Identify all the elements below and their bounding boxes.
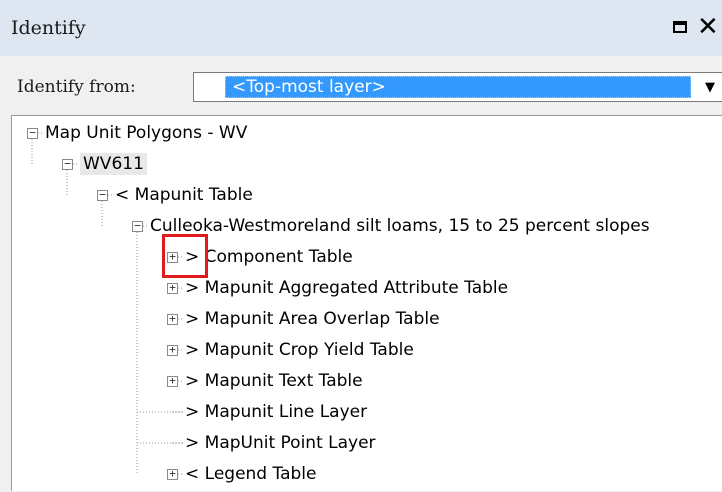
restore-icon[interactable] bbox=[673, 21, 687, 33]
title-bar: Identify ✕ bbox=[0, 0, 722, 56]
tree-node-mapunit-line-layer[interactable]: > Mapunit Line Layer bbox=[185, 401, 367, 423]
collapse-minus-icon[interactable]: − bbox=[62, 158, 73, 170]
tree-node-culleoka-westmoreland[interactable]: Culleoka-Westmoreland silt loams, 15 to … bbox=[150, 215, 650, 237]
collapse-minus-icon[interactable]: − bbox=[132, 220, 143, 232]
expand-plus-icon[interactable]: + bbox=[167, 344, 178, 356]
identify-from-value: <Top-most layer> bbox=[225, 76, 691, 98]
expand-plus-icon[interactable]: + bbox=[167, 251, 178, 263]
tree-node-mapunit-point-layer[interactable]: > MapUnit Point Layer bbox=[185, 432, 376, 454]
identify-from-label: Identify from: bbox=[17, 77, 136, 97]
expand-plus-icon[interactable]: + bbox=[167, 313, 178, 325]
collapse-minus-icon[interactable]: − bbox=[27, 127, 38, 139]
tree-node-map-unit-polygons[interactable]: Map Unit Polygons - WV bbox=[45, 122, 247, 144]
identify-from-dropdown[interactable]: <Top-most layer> ▼ bbox=[193, 72, 722, 102]
tree-node-mapunit-table[interactable]: < Mapunit Table bbox=[115, 184, 253, 206]
tree-node-mapunit-text-table[interactable]: > Mapunit Text Table bbox=[185, 370, 363, 392]
chevron-down-icon[interactable]: ▼ bbox=[697, 74, 722, 100]
tree-node-mapunit-aggregated-attribute-table[interactable]: > Mapunit Aggregated Attribute Table bbox=[185, 277, 508, 299]
results-tree[interactable]: Map Unit Polygons - WV WV611 < Mapunit T… bbox=[11, 115, 722, 491]
tree-node-component-table[interactable]: > Component Table bbox=[185, 246, 353, 268]
tree-node-legend-table[interactable]: < Legend Table bbox=[185, 463, 316, 485]
tree-node-mapunit-crop-yield-table[interactable]: > Mapunit Crop Yield Table bbox=[185, 339, 414, 361]
tree-node-mapunit-area-overlap-table[interactable]: > Mapunit Area Overlap Table bbox=[185, 308, 440, 330]
expand-plus-icon[interactable]: + bbox=[167, 468, 178, 480]
window-title: Identify bbox=[11, 17, 86, 39]
expand-plus-icon[interactable]: + bbox=[167, 375, 178, 387]
close-icon[interactable]: ✕ bbox=[697, 11, 719, 43]
collapse-minus-icon[interactable]: − bbox=[97, 189, 108, 201]
tree-node-wv611[interactable]: WV611 bbox=[80, 153, 147, 175]
expand-plus-icon[interactable]: + bbox=[167, 282, 178, 294]
